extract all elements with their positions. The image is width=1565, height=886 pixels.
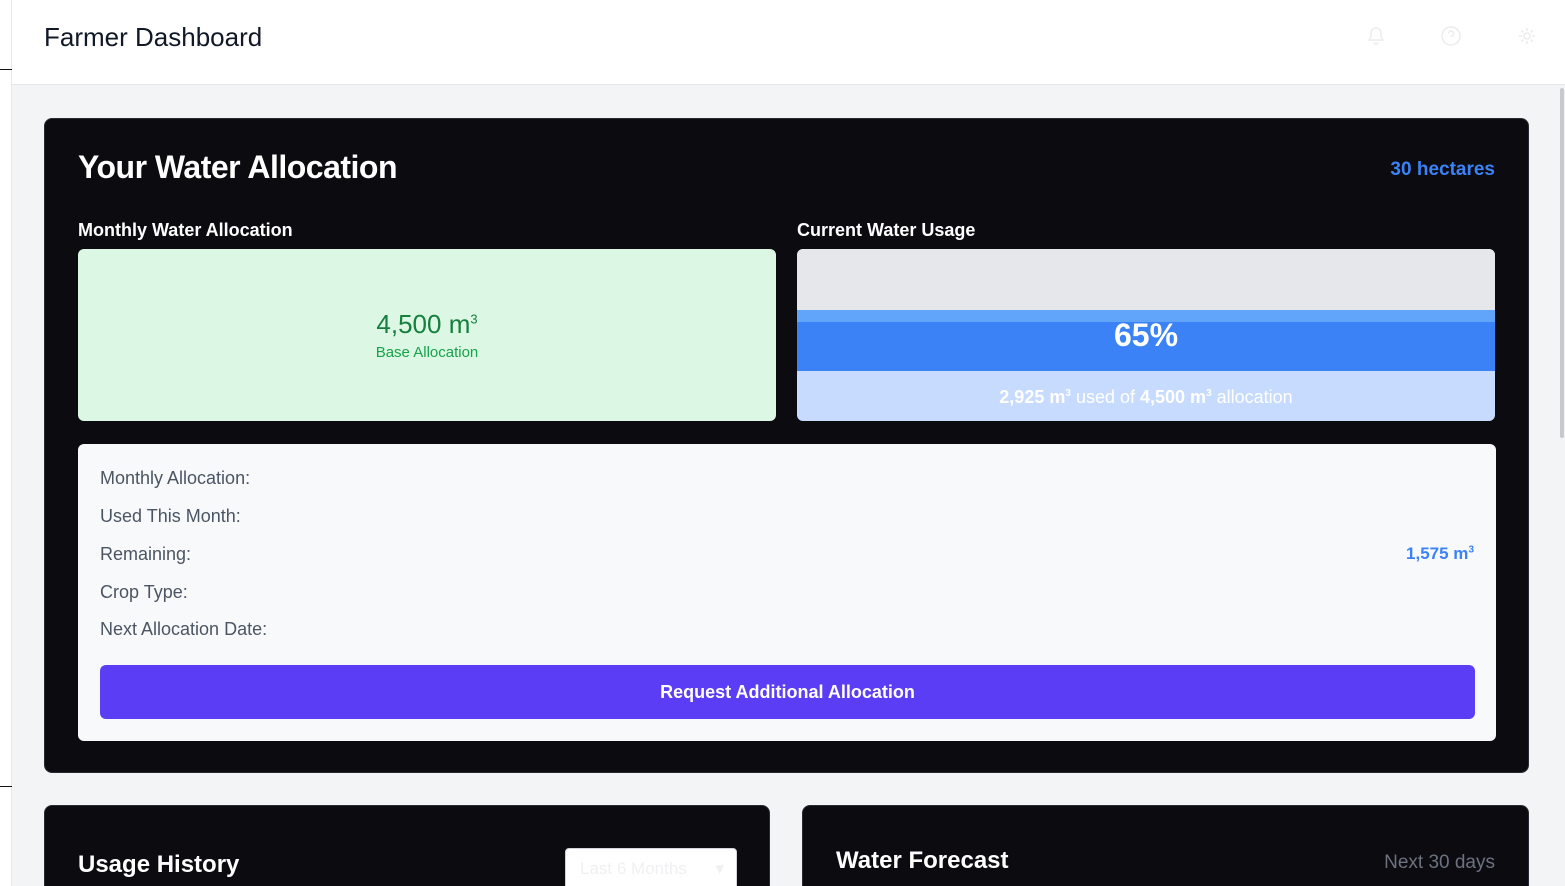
settings-icon[interactable] xyxy=(1515,24,1539,48)
top-bar: Farmer Dashboard xyxy=(12,0,1565,85)
farm-area: 30 hectares xyxy=(1390,159,1495,180)
usage-history-card: Usage History Last 6 Months ▾ xyxy=(44,805,770,886)
water-allocation-card: Your Water Allocation 30 hectares Monthl… xyxy=(44,118,1529,773)
history-range-select[interactable]: Last 6 Months ▾ xyxy=(565,848,737,886)
sidebar-divider xyxy=(0,69,12,70)
usage-meter: 65% 2,925 m3 used of 4,500 m3 allocation xyxy=(797,249,1495,421)
usage-caption: 2,925 m3 used of 4,500 m3 allocation xyxy=(999,387,1293,407)
scrollbar-thumb[interactable] xyxy=(1560,88,1564,438)
detail-row-crop-type: Crop Type: xyxy=(100,582,1474,606)
sidebar-edge xyxy=(0,0,12,886)
detail-row-next-allocation-date: Next Allocation Date: xyxy=(100,619,1474,643)
request-additional-allocation-button[interactable]: Request Additional Allocation xyxy=(100,665,1475,719)
water-forecast-card: Water Forecast Next 30 days xyxy=(802,805,1529,886)
chevron-down-icon: ▾ xyxy=(715,859,724,878)
detail-label: Crop Type: xyxy=(100,582,188,602)
detail-row-used-this-month: Used This Month: xyxy=(100,506,1474,530)
monthly-allocation-label: Monthly Water Allocation xyxy=(78,220,293,240)
detail-label: Used This Month: xyxy=(100,506,241,526)
sidebar-divider xyxy=(0,786,12,787)
allocation-details: Monthly Allocation: Used This Month: Rem… xyxy=(78,444,1496,741)
detail-row-remaining: Remaining: 1,575 m3 xyxy=(100,544,1474,568)
usage-percent: 65% xyxy=(1113,317,1179,353)
base-allocation-caption: Base Allocation xyxy=(375,344,479,361)
detail-label: Monthly Allocation: xyxy=(100,468,251,488)
monthly-allocation-panel: 4,500 m3 Base Allocation xyxy=(78,249,776,421)
detail-row-monthly-allocation: Monthly Allocation: xyxy=(100,468,1474,492)
current-usage-label: Current Water Usage xyxy=(797,220,976,240)
monthly-allocation-value: 4,500 m3 xyxy=(376,309,478,339)
history-range-value: Last 6 Months xyxy=(580,859,687,878)
usage-history-title: Usage History xyxy=(78,851,240,878)
remaining-value: 1,575 m3 xyxy=(1406,544,1474,563)
page-title: Farmer Dashboard xyxy=(44,22,263,52)
forecast-range: Next 30 days xyxy=(1384,852,1495,873)
allocation-heading: Your Water Allocation xyxy=(78,149,398,185)
water-forecast-title: Water Forecast xyxy=(836,847,1009,874)
detail-label: Next Allocation Date: xyxy=(100,619,268,639)
help-icon[interactable] xyxy=(1439,24,1463,48)
detail-label: Remaining: xyxy=(100,544,192,564)
usage-meter-empty xyxy=(797,249,1495,310)
bell-icon[interactable] xyxy=(1364,24,1388,48)
